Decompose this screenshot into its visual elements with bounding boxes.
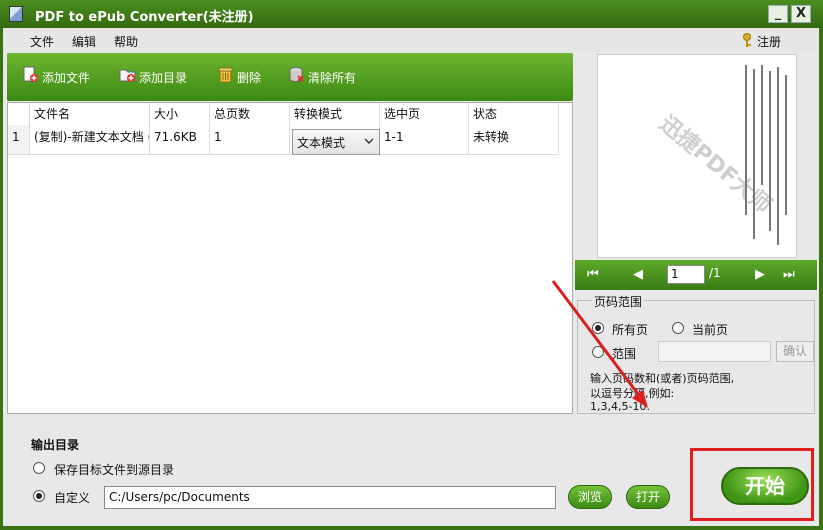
custom-dir-radio[interactable]	[33, 490, 45, 502]
column-header-name[interactable]: 文件名	[30, 103, 150, 125]
add-file-icon	[23, 66, 38, 82]
column-header-size[interactable]: 大小	[150, 103, 210, 125]
page-number-input[interactable]: 1	[667, 265, 705, 284]
last-page-button[interactable]: ⏭	[783, 266, 795, 284]
column-header-selected[interactable]: 选中页	[380, 103, 469, 125]
menu-bar: 文件 编辑 帮助 注册	[3, 28, 819, 52]
register-link[interactable]: 注册	[757, 33, 781, 50]
mode-select-value: 文本模式	[297, 136, 346, 150]
output-section: 输出目录 保存目标文件到源目录 自定义 C:/Users/pc/Document…	[7, 422, 817, 522]
file-table: 文件名 大小 总页数 转换模式 选中页 状态 1 (复制)-新建文本文档 ( 7…	[7, 102, 573, 414]
status-cell: 未转换	[469, 125, 559, 155]
page-preview: 迅捷PDF大师	[597, 54, 797, 258]
current-page-label[interactable]: 当前页	[692, 321, 728, 338]
range-hint-line-1: 输入页码数和(或者)页码范围,	[590, 372, 735, 385]
chevron-down-icon	[364, 138, 374, 144]
page-range-group: 页码范围 所有页 当前页 范围 确认 输入页码数和(或者)页码范围, 以逗号分隔…	[577, 293, 815, 414]
next-page-button[interactable]: ▶	[755, 266, 765, 284]
range-input[interactable]	[658, 341, 771, 362]
menu-edit[interactable]: 编辑	[72, 33, 96, 50]
minimize-button[interactable]: _	[768, 5, 788, 23]
file-name-cell: (复制)-新建文本文档 (	[30, 125, 150, 155]
file-size-cell: 71.6KB	[150, 125, 210, 155]
page-navigation: ⏮ ◀ 1 /1 ▶ ⏭	[575, 260, 817, 290]
column-header-pages[interactable]: 总页数	[210, 103, 290, 125]
open-folder-button[interactable]: 打开	[626, 485, 670, 509]
row-number-header	[8, 103, 30, 125]
current-page-radio[interactable]	[672, 322, 684, 334]
column-header-mode[interactable]: 转换模式	[290, 103, 380, 125]
all-pages-radio[interactable]	[592, 322, 604, 334]
mode-select[interactable]: 文本模式	[292, 129, 380, 155]
key-icon	[743, 33, 751, 47]
app-window: PDF to ePub Converter(未注册) _ X 文件 编辑 帮助 …	[0, 0, 823, 530]
browse-button[interactable]: 浏览	[568, 485, 612, 509]
custom-dir-label[interactable]: 自定义	[54, 489, 90, 506]
preview-panel: 迅捷PDF大师 ⏮ ◀ 1 /1 ▶ ⏭ 页码范围 所有页 当前页 范围 确认 …	[575, 52, 817, 416]
add-folder-label: 添加目录	[139, 71, 188, 85]
page-count-cell: 1	[210, 125, 290, 155]
clear-all-icon	[289, 67, 304, 83]
add-file-label: 添加文件	[42, 71, 91, 85]
menu-help[interactable]: 帮助	[114, 33, 138, 50]
toolbar: 添加文件 添加目录 删除 清除所有	[7, 53, 573, 101]
title-bar: PDF to ePub Converter(未注册) _ X	[0, 0, 823, 28]
column-header-status[interactable]: 状态	[469, 103, 559, 125]
window-title: PDF to ePub Converter(未注册)	[35, 10, 254, 25]
first-page-button[interactable]: ⏮	[587, 266, 599, 284]
menu-file[interactable]: 文件	[30, 33, 54, 50]
page-range-legend: 页码范围	[592, 293, 645, 310]
prev-page-button[interactable]: ◀	[633, 266, 643, 284]
custom-range-label[interactable]: 范围	[612, 345, 636, 362]
save-to-source-label[interactable]: 保存目标文件到源目录	[54, 461, 174, 478]
client-area: 文件 编辑 帮助 注册 添加文件 添加目录 删除 清除所有 文件名 大小 总页数…	[3, 28, 819, 526]
close-button[interactable]: X	[791, 5, 811, 23]
preview-text-lines	[743, 65, 793, 245]
custom-range-radio[interactable]	[592, 346, 604, 358]
delete-label: 删除	[237, 71, 262, 85]
trash-icon	[218, 67, 233, 83]
page-total: /1	[709, 266, 721, 280]
add-folder-icon	[119, 69, 136, 82]
confirm-button[interactable]: 确认	[776, 341, 814, 362]
save-to-source-radio[interactable]	[33, 462, 45, 474]
all-pages-label[interactable]: 所有页	[612, 321, 648, 338]
start-highlight-box: 开始	[690, 448, 814, 521]
output-path-input[interactable]: C:/Users/pc/Documents	[104, 486, 556, 509]
clear-all-label: 清除所有	[308, 71, 357, 85]
range-hint-line-2: 以逗号分隔,例如:	[590, 387, 675, 400]
app-icon	[9, 6, 23, 22]
row-number: 1	[8, 125, 30, 155]
range-hint-line-3: 1,3,4,5-10.	[590, 400, 650, 413]
output-title: 输出目录	[31, 438, 80, 452]
start-button[interactable]: 开始	[721, 467, 809, 505]
selected-pages-cell: 1-1	[380, 125, 469, 155]
